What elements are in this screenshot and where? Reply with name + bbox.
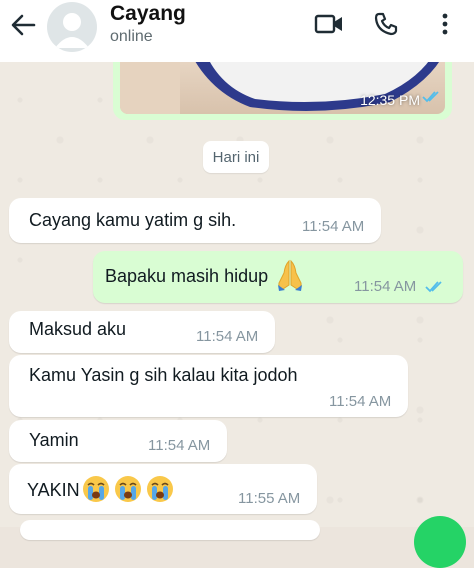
back-arrow-icon[interactable] bbox=[6, 10, 40, 40]
message-text: Yamin bbox=[29, 430, 79, 450]
chat-header: Cayang online bbox=[0, 0, 474, 62]
message-bubble-outgoing[interactable]: Bapaku masih hidup 11:54 AM bbox=[93, 251, 463, 303]
message-bubble-incoming-partial[interactable] bbox=[20, 520, 320, 540]
message-text: Maksud aku bbox=[29, 319, 127, 339]
image-message-bubble[interactable]: 12:35 PM bbox=[113, 52, 452, 120]
message-text: YAKIN bbox=[27, 480, 80, 500]
contact-status: online bbox=[110, 28, 153, 45]
message-bubble-incoming[interactable]: Cayang kamu yatim g sih. 11:54 AM bbox=[9, 198, 381, 243]
date-separator: Hari ini bbox=[203, 141, 269, 173]
message-time: 11:55 AM bbox=[238, 490, 301, 507]
video-call-icon[interactable] bbox=[314, 9, 344, 39]
folded-hands-emoji-icon bbox=[275, 259, 305, 296]
crying-face-emoji-group bbox=[81, 474, 175, 504]
message-text: Kamu Yasin g sih kalau kita jodoh bbox=[29, 365, 298, 385]
message-time: 11:54 AM bbox=[148, 437, 211, 454]
scroll-down-button[interactable] bbox=[414, 516, 466, 568]
contact-avatar[interactable] bbox=[47, 2, 97, 52]
message-time: 11:54 AM bbox=[354, 278, 417, 295]
crying-face-emoji-icon bbox=[147, 476, 173, 502]
message-time: 11:54 AM bbox=[302, 218, 365, 235]
crying-face-emoji-icon bbox=[115, 476, 141, 502]
more-options-icon[interactable] bbox=[430, 9, 460, 39]
message-bubble-incoming[interactable]: Maksud aku 11:54 AM bbox=[9, 311, 275, 353]
message-text: Bapaku masih hidup bbox=[105, 266, 269, 286]
read-ticks-icon bbox=[422, 90, 442, 108]
contact-name[interactable]: Cayang bbox=[110, 2, 186, 26]
voice-call-icon[interactable] bbox=[371, 9, 401, 39]
message-bubble-incoming[interactable]: YAKIN 11:55 AM bbox=[9, 464, 317, 514]
message-time: 11:54 AM bbox=[196, 328, 259, 345]
message-bubble-incoming[interactable]: Yamin 11:54 AM bbox=[9, 420, 227, 462]
crying-face-emoji-icon bbox=[83, 476, 109, 502]
image-message-time: 12:35 PM bbox=[360, 92, 420, 108]
message-bubble-incoming[interactable]: Kamu Yasin g sih kalau kita jodoh 11:54 … bbox=[9, 355, 408, 417]
message-text: Cayang kamu yatim g sih. bbox=[29, 210, 237, 230]
message-time: 11:54 AM bbox=[329, 393, 392, 410]
read-ticks-icon bbox=[425, 280, 445, 298]
